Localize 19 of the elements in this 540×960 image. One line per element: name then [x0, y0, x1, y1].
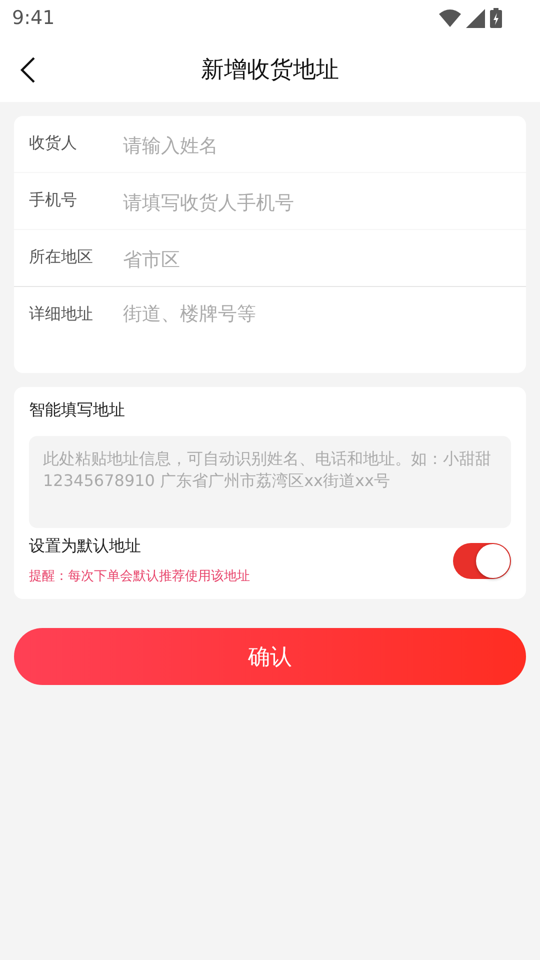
text-input[interactable]: 请填写收货人手机号 — [123, 190, 511, 216]
field-label: 手机号 — [29, 189, 78, 211]
page-title: 新增收货地址 — [201, 56, 339, 84]
default-toggle[interactable] — [453, 542, 511, 578]
section-title: 智能填写地址 — [29, 399, 126, 421]
battery-icon — [490, 8, 502, 28]
paste-input[interactable]: 此处粘贴地址信息，可自动识别姓名、电话和地址。如：小甜甜 12345678910 广东省广州市荔湾区xx街道xx号 — [29, 436, 511, 528]
text-input[interactable]: 请输入姓名 — [123, 133, 511, 159]
signal-icon — [466, 8, 485, 28]
default-label: 设置为默认地址 — [29, 536, 142, 557]
reminder-text: 提醒：每次下单会默认推荐使用该地址 — [29, 568, 250, 585]
status-time: 9:41 — [12, 7, 55, 29]
field-label: 所在地区 — [29, 246, 94, 268]
field-label: 收货人 — [29, 132, 78, 154]
region-picker[interactable]: 省市区 — [123, 247, 511, 273]
field-label: 详细地址 — [29, 303, 94, 325]
address-input[interactable]: 街道、楼牌号等 — [123, 301, 511, 361]
wifi-icon — [439, 9, 461, 27]
confirm-button[interactable]: 确认 — [14, 628, 526, 685]
